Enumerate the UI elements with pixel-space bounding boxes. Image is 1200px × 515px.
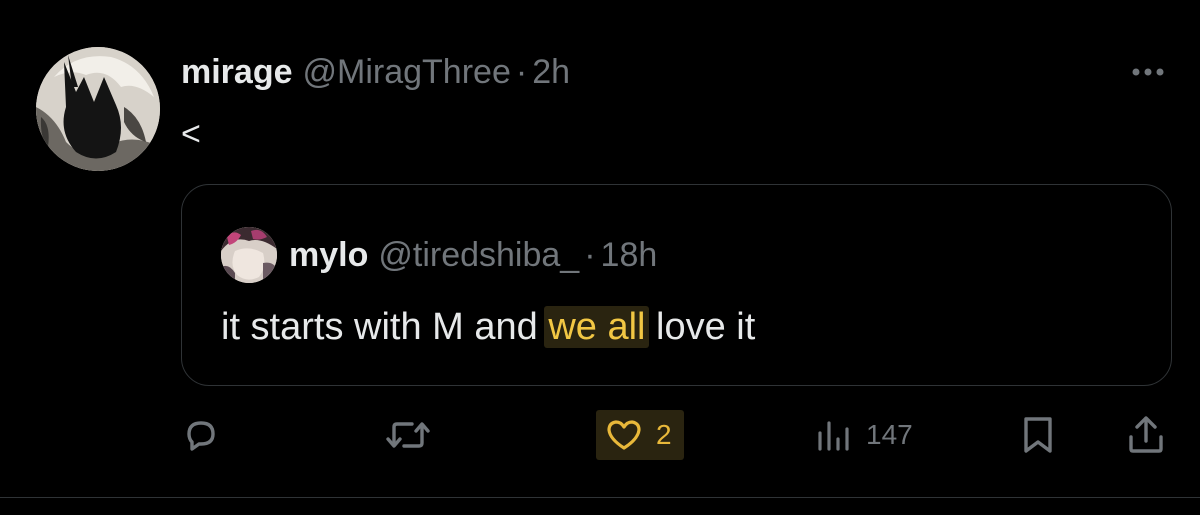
post[interactable]: mirage @MiragThree · 2h < mylo @tiredshi…	[0, 0, 1200, 515]
quoted-post-time[interactable]: 18h	[601, 233, 658, 277]
post-time[interactable]: 2h	[532, 50, 570, 94]
repost-icon	[386, 422, 430, 448]
quoted-text-before: it starts with M and	[221, 306, 549, 348]
like-button[interactable]: 2	[596, 410, 684, 460]
author-handle[interactable]: @MiragThree	[303, 50, 511, 94]
action-bar: 2 147	[0, 410, 1200, 470]
views-count: 147	[866, 419, 913, 450]
quoted-author-avatar[interactable]	[221, 227, 277, 283]
repost-button[interactable]	[384, 410, 444, 460]
like-count: 2	[656, 419, 672, 450]
author-name[interactable]: mirage	[181, 50, 293, 94]
bookmark-icon	[1024, 417, 1052, 453]
views-chart-icon	[818, 421, 849, 451]
author-avatar[interactable]	[36, 47, 160, 171]
quoted-post-text: it starts with M and we all love it	[221, 303, 755, 351]
more-options-button[interactable]	[1126, 60, 1170, 84]
quoted-avatar-image	[221, 227, 277, 283]
quoted-author-handle[interactable]: @tiredshiba_	[378, 233, 579, 277]
share-button[interactable]	[1124, 410, 1168, 460]
views-button[interactable]: 147	[814, 410, 913, 460]
reply-button[interactable]	[181, 410, 233, 460]
post-header: mirage @MiragThree · 2h	[181, 50, 570, 94]
quoted-author-name[interactable]: mylo	[289, 233, 368, 277]
separator-dot: ·	[515, 53, 528, 91]
quoted-post[interactable]: mylo @tiredshiba_ · 18h it starts with M…	[181, 184, 1172, 386]
divider	[0, 497, 1200, 498]
bookmark-button[interactable]	[1018, 410, 1058, 460]
share-icon	[1129, 416, 1163, 453]
more-horizontal-icon	[1132, 68, 1164, 76]
reply-icon	[187, 421, 215, 451]
quoted-post-header: mylo @tiredshiba_ · 18h	[289, 233, 657, 277]
quoted-separator-dot: ·	[584, 236, 596, 274]
highlighted-text: we all	[544, 306, 650, 348]
avatar-image	[36, 47, 160, 171]
heart-icon	[607, 420, 641, 450]
quoted-text-after: love it	[645, 306, 756, 348]
post-text: <	[181, 115, 201, 153]
